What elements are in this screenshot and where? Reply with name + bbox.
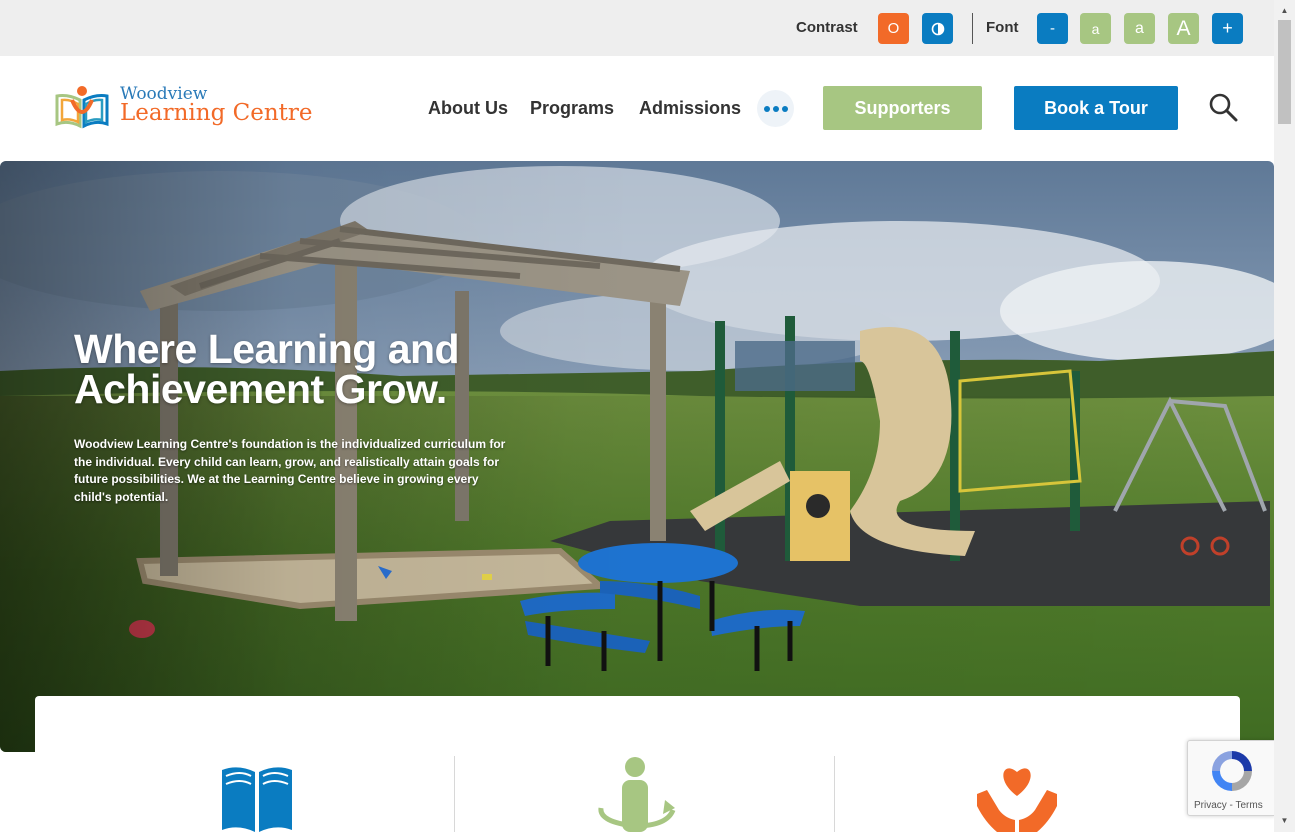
contrast-label: Contrast — [796, 19, 858, 36]
supporters-button[interactable]: Supporters — [823, 86, 982, 130]
hero-section: Where Learning and Achievement Grow. Woo… — [0, 161, 1274, 752]
site-logo[interactable]: Woodview Learning Centre — [54, 84, 312, 134]
recaptcha-terms[interactable]: Privacy - Terms — [1194, 800, 1263, 811]
logo-icon — [55, 86, 109, 129]
hero-title: Where Learning and Achievement Grow. — [74, 326, 460, 412]
scroll-down-icon[interactable]: ▼ — [1274, 812, 1295, 829]
scrollbar-thumb[interactable] — [1278, 20, 1291, 124]
heart-hands-icon — [977, 768, 1057, 832]
font-label: Font — [986, 19, 1019, 36]
feature-divider — [834, 756, 835, 832]
site-header: Woodview Learning Centre About Us Progra… — [0, 56, 1274, 161]
hero-description: Woodview Learning Centre's foundation is… — [74, 437, 506, 504]
book-icon — [222, 767, 292, 832]
recaptcha-badge[interactable]: Privacy - Terms — [1187, 740, 1275, 816]
person-growth-icon — [598, 757, 676, 832]
more-dot-icon — [772, 105, 779, 112]
book-tour-button[interactable]: Book a Tour — [1014, 86, 1178, 130]
more-dot-icon — [763, 105, 770, 112]
nav-about-us[interactable]: About Us — [428, 98, 508, 119]
scroll-up-icon[interactable]: ▲ — [1274, 2, 1295, 19]
font-small-button[interactable]: a — [1080, 13, 1111, 44]
features-card — [35, 696, 1240, 832]
logo-text-learning-centre: Learning Centre — [120, 100, 313, 126]
nav-programs[interactable]: Programs — [530, 98, 614, 119]
font-medium-button[interactable]: a — [1124, 13, 1155, 44]
toolbar-divider — [972, 13, 973, 44]
recaptcha-icon — [1212, 751, 1252, 791]
font-decrease-button[interactable]: - — [1037, 13, 1068, 44]
page-scrollbar[interactable]: ▲ ▼ — [1274, 0, 1295, 832]
more-dot-icon — [781, 105, 788, 112]
search-icon[interactable] — [1208, 92, 1238, 122]
page: Contrast O Font - a a A + Woodview Learn… — [0, 0, 1295, 832]
more-menu-button[interactable] — [757, 90, 794, 127]
font-large-button[interactable]: A — [1168, 13, 1199, 44]
font-increase-button[interactable]: + — [1212, 13, 1243, 44]
contrast-icon — [931, 22, 944, 35]
accessibility-bar: Contrast O Font - a a A + — [0, 0, 1274, 56]
contrast-toggle-button[interactable] — [922, 13, 953, 44]
contrast-off-button[interactable]: O — [878, 13, 909, 44]
feature-divider — [454, 756, 455, 832]
nav-admissions[interactable]: Admissions — [639, 98, 741, 119]
